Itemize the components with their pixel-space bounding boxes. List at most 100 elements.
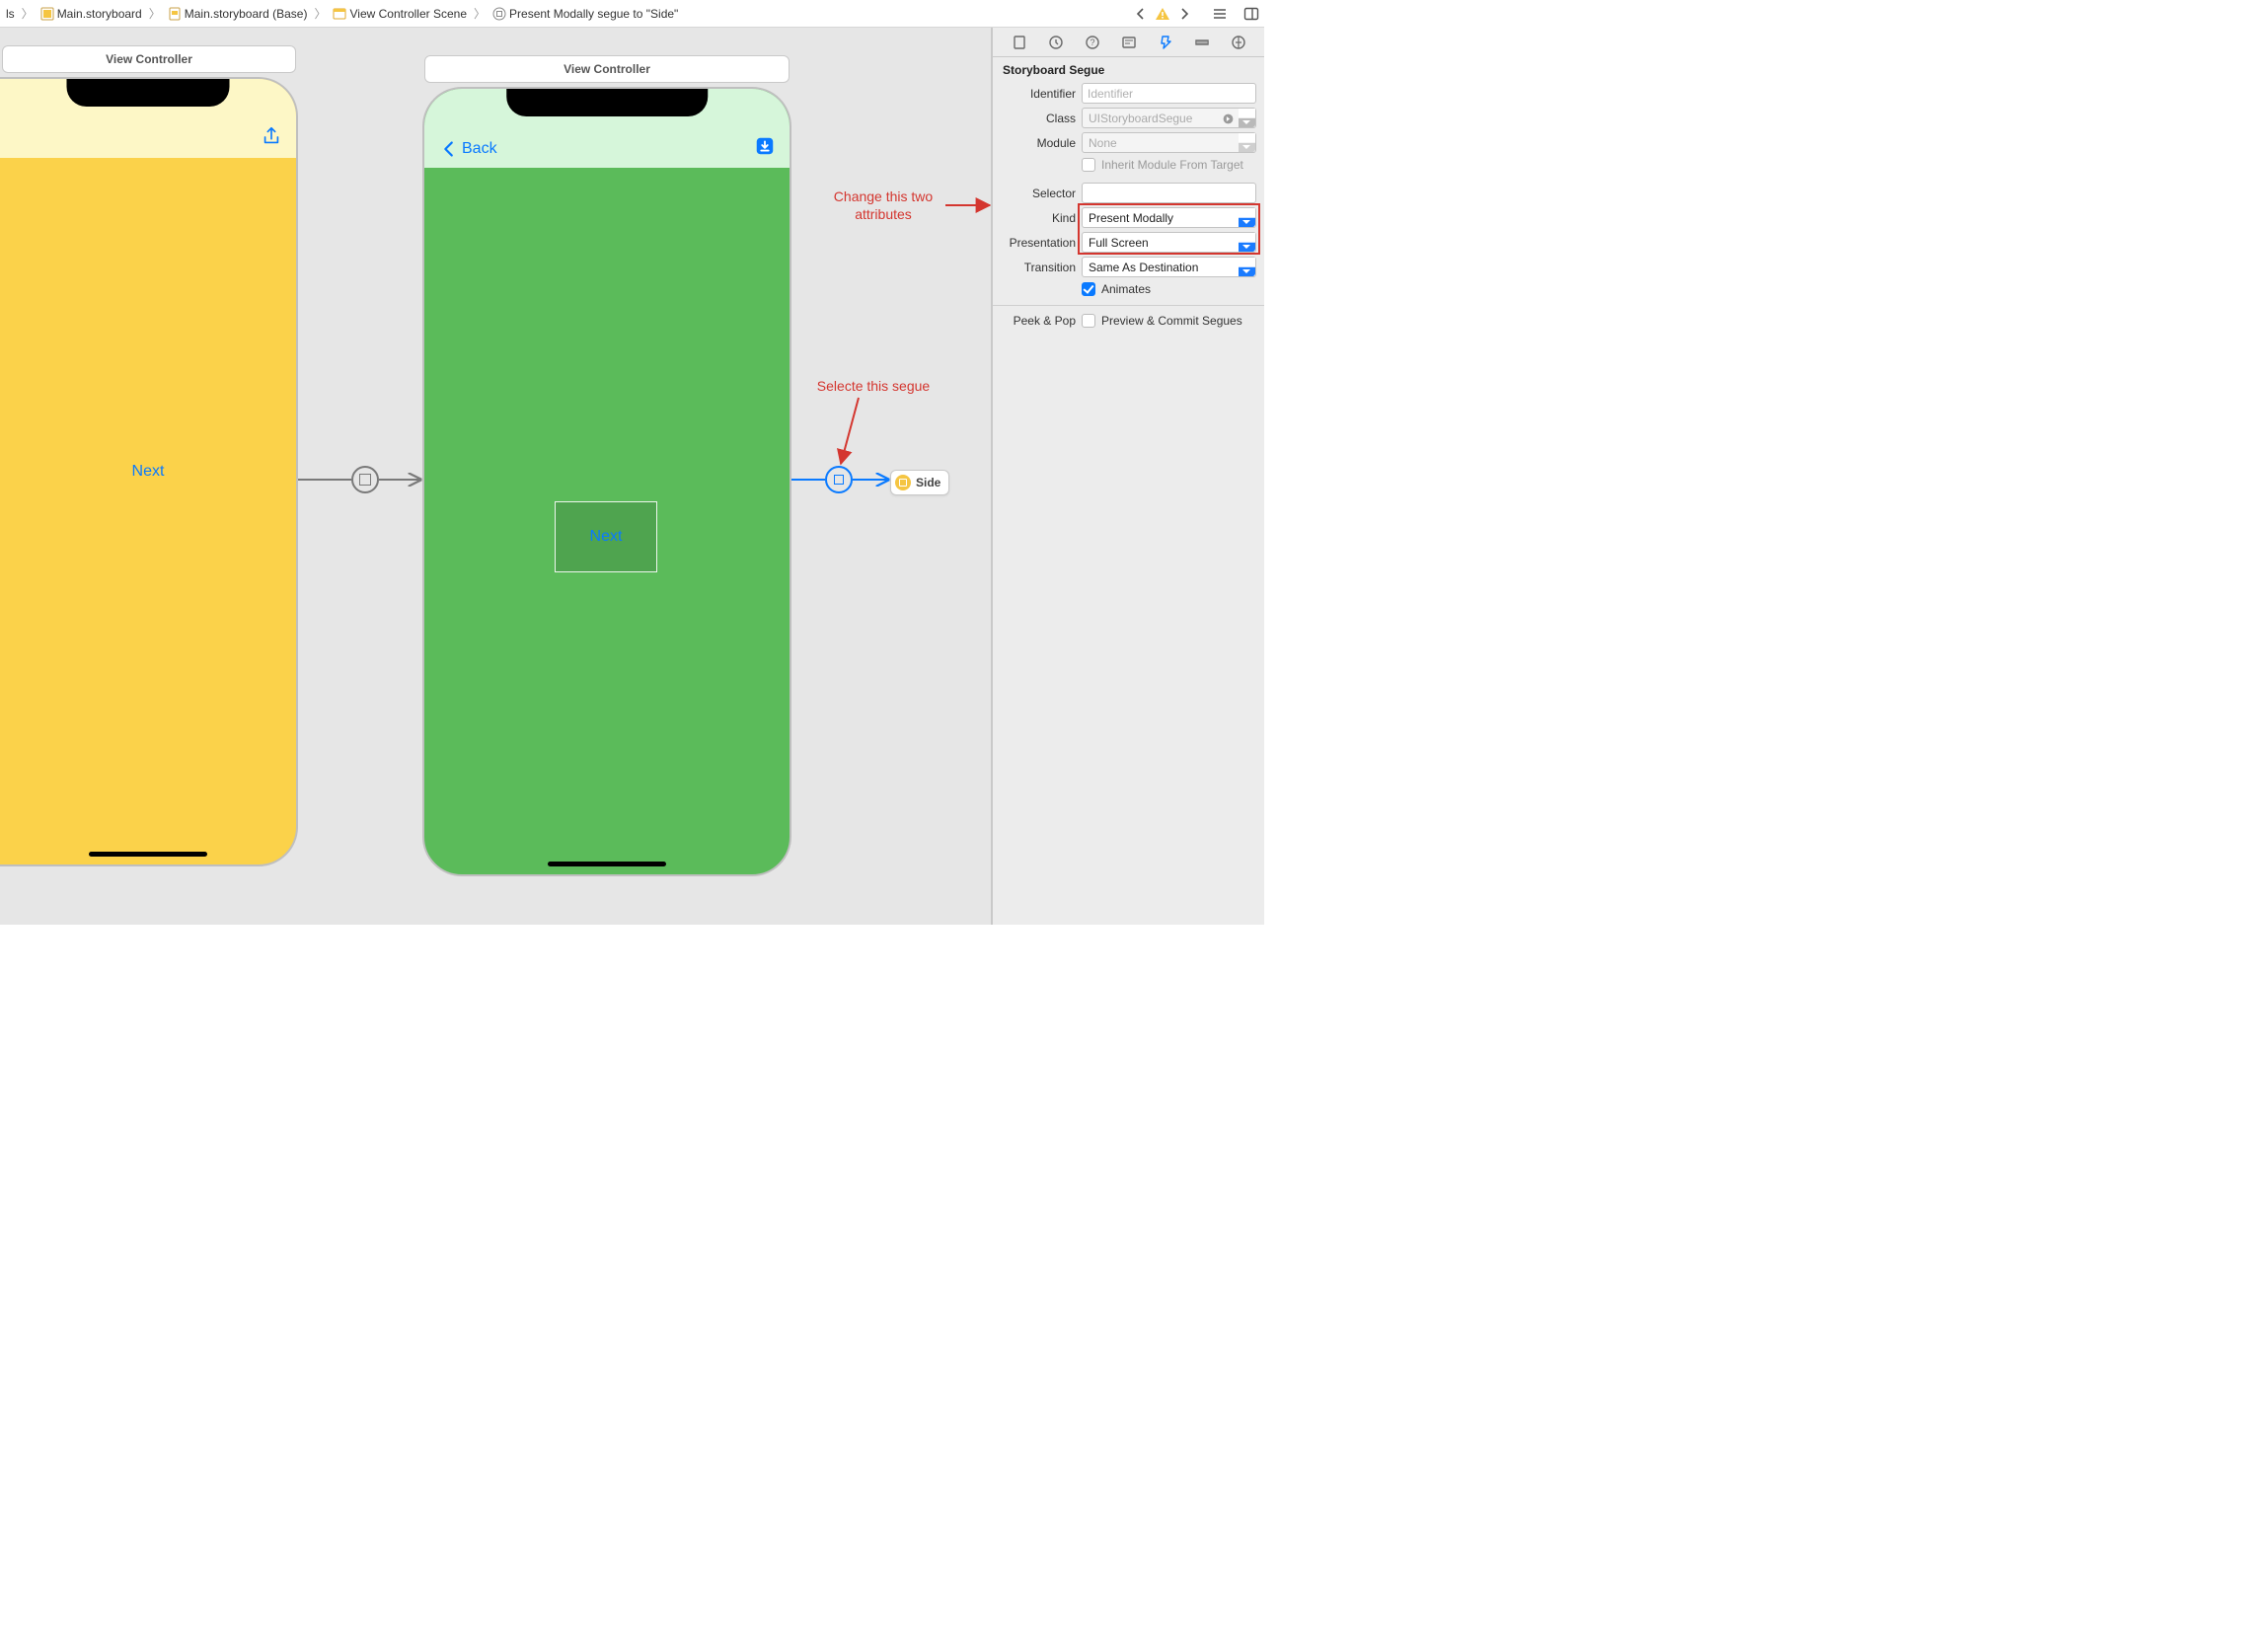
download-button[interactable] — [754, 135, 776, 160]
segue-node-present-modally[interactable] — [825, 466, 853, 493]
connections-inspector-tab[interactable] — [1229, 33, 1248, 52]
nav-forward-button[interactable] — [1175, 5, 1193, 23]
crumb-label: Present Modally segue to "Side" — [509, 7, 678, 21]
help-inspector-tab[interactable]: ? — [1083, 33, 1102, 52]
attributes-inspector-tab[interactable] — [1156, 33, 1175, 52]
annotation-line: attributes — [855, 206, 912, 222]
crumb-partial[interactable]: ls — [4, 7, 17, 21]
peek-pop-option-label: Preview & Commit Segues — [1101, 314, 1242, 328]
scene-title-bar[interactable]: View Controller — [424, 55, 790, 83]
chevron-right-icon: 〉 — [473, 5, 487, 22]
selector-input[interactable] — [1082, 183, 1256, 203]
file-inspector-tab[interactable] — [1010, 33, 1029, 52]
chevron-right-icon: 〉 — [313, 5, 327, 22]
adjust-editor-button[interactable] — [1242, 5, 1260, 23]
module-row: Module None — [993, 130, 1264, 155]
inherit-module-label: Inherit Module From Target — [1101, 158, 1243, 172]
nav-back-button[interactable] — [1132, 5, 1150, 23]
storyboard-reference-side[interactable]: Side — [890, 470, 949, 495]
storyboard-canvas[interactable]: View Controller Next View Controller — [0, 28, 992, 925]
class-goto-icon[interactable] — [1220, 111, 1236, 126]
issues-warning-icon[interactable] — [1154, 5, 1171, 23]
scene-title-label: View Controller — [106, 52, 192, 66]
identifier-input[interactable] — [1082, 83, 1256, 104]
identifier-row: Identifier — [993, 81, 1264, 106]
inspector-section-header: Storyboard Segue — [993, 57, 1264, 81]
crumb-scene[interactable]: View Controller Scene — [331, 7, 469, 21]
chevron-right-icon: 〉 — [21, 5, 35, 22]
back-label: Back — [462, 140, 497, 158]
chevron-left-icon — [438, 138, 460, 160]
peek-pop-label: Peek & Pop — [993, 314, 1076, 328]
animates-label: Animates — [1101, 282, 1151, 296]
back-button[interactable]: Back — [438, 138, 497, 160]
crumb-label: Main.storyboard (Base) — [185, 7, 308, 21]
crumb-label: Main.storyboard — [57, 7, 142, 21]
chevron-right-icon: 〉 — [148, 5, 162, 22]
download-icon — [754, 135, 776, 157]
inherit-module-row: Inherit Module From Target — [993, 155, 1264, 175]
module-value: None — [1089, 136, 1117, 150]
section-divider — [993, 305, 1264, 306]
selector-row: Selector — [993, 181, 1264, 205]
segue-show-icon — [359, 474, 371, 486]
segue-icon — [492, 7, 506, 21]
phone-scene-1[interactable]: Next — [0, 77, 298, 866]
stepper-icon — [1239, 133, 1255, 152]
scene-title-bar[interactable]: View Controller — [2, 45, 296, 73]
storyboard-file-icon — [40, 7, 54, 21]
phone-scene-2[interactable]: Back Next — [422, 87, 791, 876]
selector-label: Selector — [993, 187, 1076, 200]
segue-present-modally-icon — [834, 475, 844, 485]
scene-title-label: View Controller — [564, 62, 650, 76]
transition-label: Transition — [993, 261, 1076, 274]
inspector-tab-bar: ? — [993, 28, 1264, 57]
annotation-change-attributes: Change this two attributes — [819, 188, 947, 223]
class-row: Class UIStoryboardSegue — [993, 106, 1264, 130]
class-label: Class — [993, 112, 1076, 125]
annotation-line: Change this two — [834, 188, 933, 204]
crumb-segue[interactable]: Present Modally segue to "Side" — [490, 7, 680, 21]
crumb-storyboard-file[interactable]: Main.storyboard — [38, 7, 144, 21]
identity-inspector-tab[interactable] — [1119, 33, 1139, 52]
svg-text:?: ? — [1090, 38, 1094, 47]
annotation-line: Selecte this segue — [817, 378, 930, 394]
stepper-icon — [1239, 258, 1255, 276]
inspector-panel: ? Storyboard Segue Identifier Class UISt… — [992, 28, 1264, 925]
class-value: UIStoryboardSegue — [1089, 112, 1192, 125]
share-button[interactable] — [261, 125, 282, 150]
history-inspector-tab[interactable] — [1046, 33, 1066, 52]
crumb-label: View Controller Scene — [349, 7, 467, 21]
storyboard-ref-icon — [895, 475, 911, 490]
animates-row: Animates — [993, 279, 1264, 299]
module-label: Module — [993, 136, 1076, 150]
next-button-1[interactable]: Next — [132, 463, 165, 481]
outline-toggle-button[interactable] — [1211, 5, 1229, 23]
container-view[interactable]: Next — [555, 501, 657, 572]
presentation-label: Presentation — [993, 236, 1076, 250]
segue-node-show[interactable] — [351, 466, 379, 493]
transition-select[interactable]: Same As Destination — [1082, 257, 1256, 277]
crumb-label: ls — [6, 7, 15, 21]
storyboard-doc-icon — [168, 7, 182, 21]
module-select[interactable]: None — [1082, 132, 1256, 153]
animates-checkbox[interactable] — [1082, 282, 1095, 296]
transition-row: Transition Same As Destination — [993, 255, 1264, 279]
identifier-label: Identifier — [993, 87, 1076, 101]
path-bar: ls 〉 Main.storyboard 〉 Main.storyboard (… — [0, 0, 1264, 28]
class-select[interactable]: UIStoryboardSegue — [1082, 108, 1256, 128]
scene-icon — [333, 7, 346, 21]
size-inspector-tab[interactable] — [1192, 33, 1212, 52]
home-indicator — [89, 852, 207, 857]
peek-pop-checkbox[interactable] — [1082, 314, 1095, 328]
inherit-module-checkbox[interactable] — [1082, 158, 1095, 172]
navigation-bar-1 — [0, 79, 296, 158]
share-icon — [261, 125, 282, 147]
peek-pop-row: Peek & Pop Preview & Commit Segues — [993, 312, 1264, 330]
crumb-storyboard-base[interactable]: Main.storyboard (Base) — [166, 7, 310, 21]
home-indicator — [548, 862, 666, 866]
storyboard-ref-label: Side — [916, 476, 940, 489]
next-button-2[interactable]: Next — [590, 528, 623, 546]
transition-value: Same As Destination — [1089, 261, 1198, 274]
annotation-select-segue: Selecte this segue — [799, 378, 947, 396]
